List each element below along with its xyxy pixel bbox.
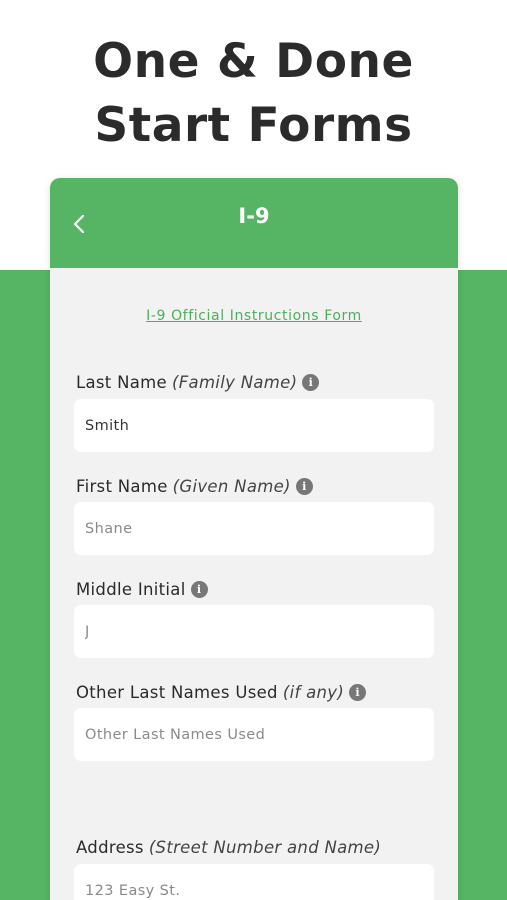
field-label-text: Last Name [76,373,167,392]
field-label-text: First Name [76,477,168,496]
field-hint: (Given Name) [172,477,291,496]
page-title: I-9 [238,204,270,228]
phone-screen: I-9 I-9 Official Instructions Form Last … [50,178,458,900]
field-label-text: Other Last Names Used [76,683,278,702]
address-label: Address (Street Number and Name) [76,838,381,857]
field-label-text: Address [76,838,144,857]
address-input[interactable] [74,864,434,900]
last-name-input[interactable] [74,399,434,452]
info-icon[interactable]: i [190,581,208,598]
app-bar: I-9 [50,178,458,268]
instructions-link[interactable]: I-9 Official Instructions Form [50,308,458,324]
field-label-text: Middle Initial [76,580,186,599]
field-hint: (Family Name) [172,373,298,392]
info-icon[interactable]: i [349,684,367,701]
headline-line-1: One & Done [93,34,414,89]
first-name-label: First Name (Given Name) i [76,477,313,496]
field-hint: (Street Number and Name) [148,838,382,857]
headline-line-2: Start Forms [94,98,413,153]
other-last-names-input[interactable] [74,708,434,761]
middle-initial-label: Middle Initial i [76,580,208,599]
info-icon[interactable]: i [302,374,320,391]
promo-headline: One & Done Start Forms [0,30,507,158]
other-last-names-label: Other Last Names Used (if any) i [76,683,367,702]
field-hint: (if any) [282,683,345,702]
first-name-input[interactable] [74,502,434,555]
middle-initial-input[interactable] [74,605,434,658]
last-name-label: Last Name (Family Name) i [76,373,320,392]
info-icon[interactable]: i [295,478,313,495]
